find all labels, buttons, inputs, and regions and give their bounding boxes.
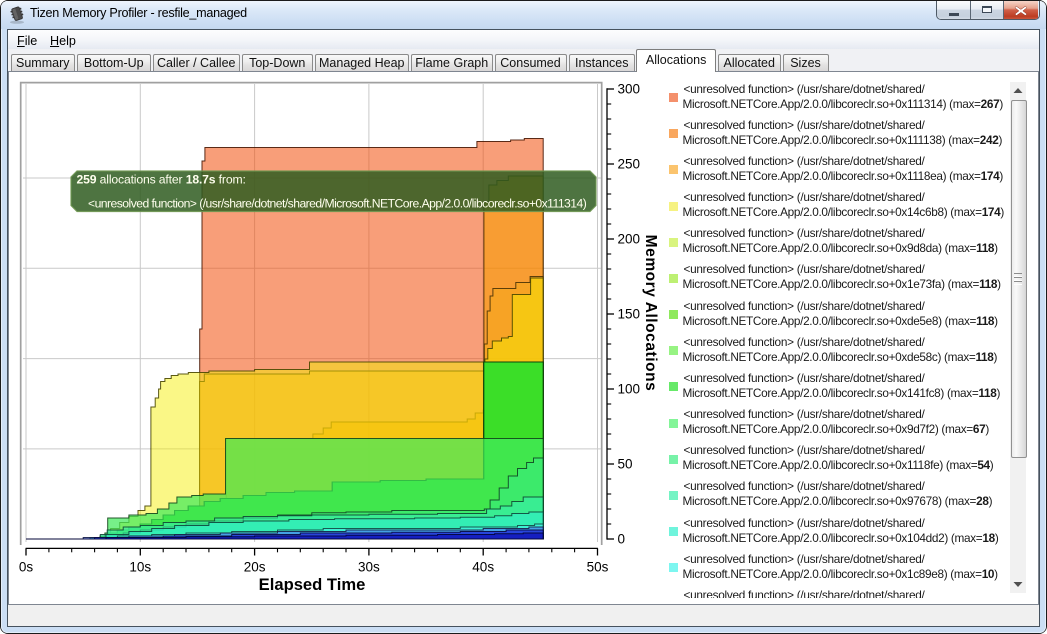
svg-text:150: 150 — [618, 307, 641, 322]
svg-text:250: 250 — [618, 157, 641, 172]
svg-text:10s: 10s — [129, 560, 151, 575]
svg-text:100: 100 — [618, 382, 641, 397]
svg-text:259 allocations after 18.7s fr: 259 allocations after 18.7s from: — [77, 173, 246, 187]
svg-text:30s: 30s — [358, 560, 380, 575]
svg-text:50s: 50s — [587, 560, 609, 575]
svg-text:20s: 20s — [244, 560, 266, 575]
svg-text:300: 300 — [618, 82, 641, 97]
svg-text:200: 200 — [618, 232, 641, 247]
svg-text:<unresolved function> (/usr/sh: <unresolved function> (/usr/share/dotnet… — [88, 197, 587, 211]
svg-text:0s: 0s — [19, 560, 34, 575]
svg-text:Elapsed Time: Elapsed Time — [259, 575, 366, 594]
svg-text:40s: 40s — [472, 560, 494, 575]
svg-text:0: 0 — [618, 532, 626, 547]
svg-text:50: 50 — [618, 457, 633, 472]
svg-text:Memory Allocations: Memory Allocations — [642, 235, 659, 392]
